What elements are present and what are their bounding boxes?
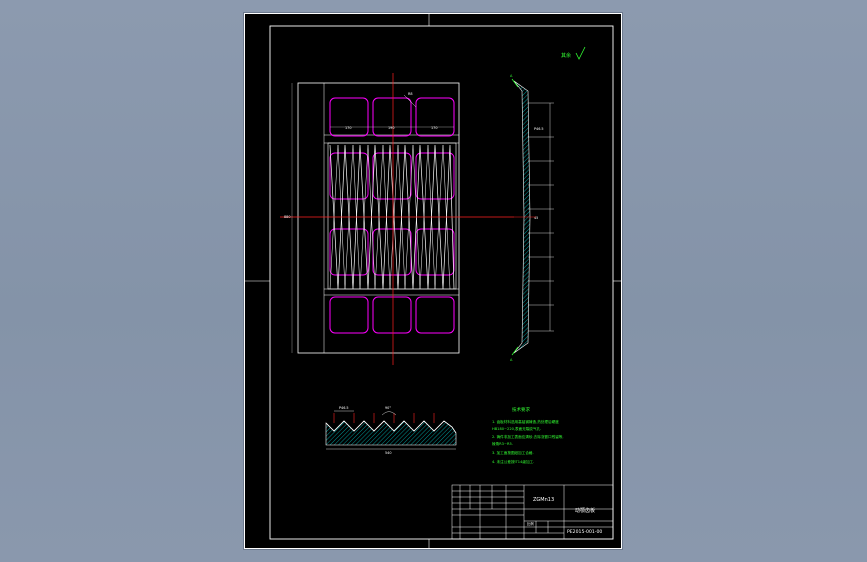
cad-drawing: 其余 170 190 170 880 R8 A A P46.5 45 P46.5…: [244, 13, 622, 549]
svg-text:880: 880: [284, 215, 290, 219]
pocket-top-left: [329, 97, 369, 137]
pocket-top-right: [415, 97, 455, 137]
tooth-profile-detail: P46.5 90° 540: [325, 406, 457, 455]
title-part-name: 动颚齿板: [575, 507, 595, 514]
svg-text:170: 170: [431, 126, 437, 130]
svg-text:技术要求: 技术要求: [512, 406, 530, 413]
svg-text:A: A: [510, 358, 513, 362]
svg-text:A: A: [510, 74, 513, 78]
pocket-top-mid: [372, 97, 412, 137]
technical-requirements: 技术要求 1. 齿板材料选用高锰钢铸造,热处理后硬度 HB180~220,表面无…: [492, 406, 564, 464]
pocket-bottom-left: [329, 296, 369, 334]
svg-text:P46.5: P46.5: [339, 406, 349, 410]
svg-text:90°: 90°: [385, 406, 391, 410]
svg-text:1. 齿板材料选用高锰钢铸造,热处理后硬度: 1. 齿板材料选用高锰钢铸造,热处理后硬度: [492, 419, 559, 424]
drawing-sheet: 其余 170 190 170 880 R8 A A P46.5 45 P46.5…: [244, 13, 622, 549]
svg-text:4. 未注公差按IT14级加工.: 4. 未注公差按IT14级加工.: [492, 459, 534, 464]
front-view: 170 190 170 880 R8: [280, 73, 514, 365]
svg-text:其余: 其余: [561, 52, 571, 59]
svg-text:540: 540: [385, 451, 391, 455]
pocket-bottom-right: [415, 296, 455, 334]
svg-text:190: 190: [388, 126, 394, 130]
svg-text:棱角R3~R5.: 棱角R3~R5.: [492, 441, 513, 446]
outer-frame: [244, 13, 622, 549]
svg-text:45: 45: [534, 216, 538, 220]
svg-text:2. 铸件非加工表面应清砂,去除浇冒口残留等,: 2. 铸件非加工表面应清砂,去除浇冒口残留等,: [492, 434, 564, 439]
title-drawing-number: PE2015-001-00: [567, 529, 602, 535]
roughness-mark: 其余: [561, 46, 586, 60]
inner-frame: [269, 25, 614, 540]
svg-text:P46.5: P46.5: [534, 127, 544, 131]
side-view: A A P46.5 45: [510, 74, 554, 362]
svg-text:170: 170: [345, 126, 351, 130]
svg-text:HB180~220,表面无裂纹气孔.: HB180~220,表面无裂纹气孔.: [492, 426, 541, 431]
svg-text:3. 加工面按图纸加工合格.: 3. 加工面按图纸加工合格.: [492, 450, 534, 455]
title-material: ZGMn13: [533, 497, 554, 503]
pocket-bottom-mid: [372, 296, 412, 334]
title-scale-label: 比例: [527, 521, 534, 526]
svg-text:R8: R8: [408, 92, 413, 96]
